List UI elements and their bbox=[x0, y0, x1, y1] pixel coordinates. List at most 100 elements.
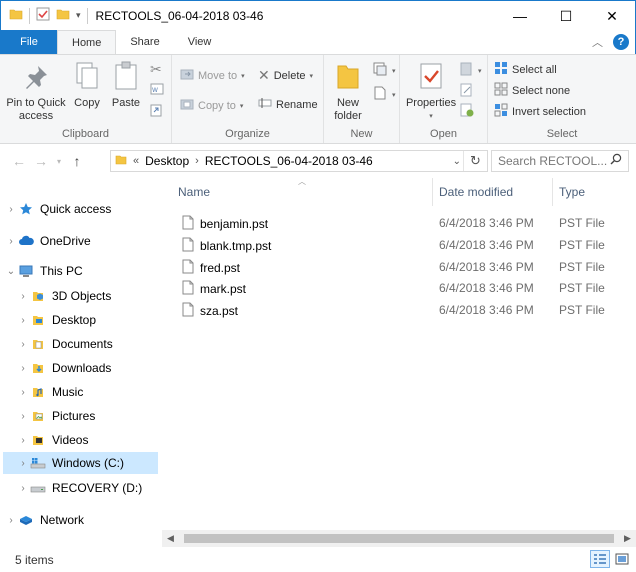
copy-to-button[interactable]: Copy to ▾ bbox=[180, 97, 243, 114]
tab-file[interactable]: File bbox=[1, 30, 57, 54]
new-item-icon bbox=[372, 61, 388, 80]
collapse-chevron-icon[interactable]: ⌄ bbox=[4, 266, 18, 277]
properties-check-icon[interactable] bbox=[36, 7, 50, 24]
expand-chevron-icon[interactable]: › bbox=[4, 515, 18, 526]
nav-item-this-pc[interactable]: ⌄ This PC bbox=[4, 260, 162, 282]
nav-item-desktop[interactable]: › Desktop bbox=[16, 309, 158, 331]
nav-item-videos[interactable]: › Videos bbox=[16, 429, 158, 451]
nav-label: OneDrive bbox=[40, 234, 91, 248]
refresh-icon[interactable]: ↻ bbox=[463, 151, 487, 171]
column-divider[interactable] bbox=[552, 178, 553, 206]
expand-chevron-icon[interactable]: › bbox=[16, 315, 30, 326]
up-arrow-icon[interactable]: ↑ bbox=[66, 153, 88, 169]
tab-share[interactable]: Share bbox=[116, 30, 173, 54]
nav-item-3d-objects[interactable]: › 3D Objects bbox=[16, 285, 158, 307]
expand-chevron-icon[interactable]: › bbox=[16, 435, 30, 446]
scroll-right-icon[interactable]: ▶ bbox=[619, 533, 636, 544]
new-folder-qat-icon[interactable] bbox=[56, 7, 70, 24]
paste-icon bbox=[112, 61, 140, 95]
select-group: Select all Select none Invert selection … bbox=[488, 55, 636, 143]
tab-home[interactable]: Home bbox=[57, 30, 117, 55]
rename-button[interactable]: Rename bbox=[258, 97, 318, 112]
expand-chevron-icon[interactable]: › bbox=[16, 411, 30, 422]
breadcrumb-current-folder[interactable]: RECTOOLS_06-04-2018 03-46 bbox=[205, 154, 373, 168]
column-header-type[interactable]: Type bbox=[559, 178, 585, 206]
open-button[interactable]: ▾ bbox=[460, 61, 482, 80]
file-date: 6/4/2018 3:46 PM bbox=[439, 303, 534, 317]
move-to-button[interactable]: Move to ▾ bbox=[180, 67, 245, 84]
history-icon bbox=[460, 103, 474, 120]
status-bar: 5 items bbox=[0, 548, 636, 572]
column-divider[interactable] bbox=[432, 178, 433, 206]
nav-item-recovery-d[interactable]: › RECOVERY (D:) bbox=[16, 477, 158, 499]
history-button[interactable] bbox=[460, 103, 474, 120]
file-row[interactable]: fred.pst 6/4/2018 3:46 PM PST File bbox=[162, 256, 636, 277]
expand-chevron-icon[interactable]: › bbox=[4, 236, 18, 247]
scroll-left-icon[interactable]: ◀ bbox=[162, 533, 179, 544]
recent-locations-icon[interactable]: ▾ bbox=[52, 157, 66, 166]
close-button[interactable]: ✕ bbox=[589, 1, 635, 31]
large-icons-view-icon[interactable] bbox=[612, 550, 632, 568]
collapse-ribbon-icon[interactable]: ︿ bbox=[592, 34, 603, 50]
expand-chevron-icon[interactable]: › bbox=[16, 458, 30, 469]
breadcrumb-overflow[interactable]: « bbox=[133, 155, 139, 167]
pin-to-quick-access-button[interactable]: Pin to Quick access bbox=[6, 63, 66, 123]
downloads-icon bbox=[30, 360, 46, 376]
column-header-name[interactable]: Name bbox=[178, 178, 210, 206]
nav-item-onedrive[interactable]: › OneDrive bbox=[4, 230, 162, 252]
customize-qat-icon[interactable]: ▾ bbox=[76, 10, 81, 21]
expand-chevron-icon[interactable]: › bbox=[16, 291, 30, 302]
expand-chevron-icon[interactable]: › bbox=[16, 339, 30, 350]
copy-button[interactable]: Copy bbox=[70, 61, 104, 110]
copy-path-button[interactable]: W bbox=[150, 83, 164, 98]
edit-button[interactable] bbox=[460, 83, 474, 100]
forward-arrow-icon[interactable]: → bbox=[30, 153, 52, 169]
file-row[interactable]: mark.pst 6/4/2018 3:46 PM PST File bbox=[162, 277, 636, 298]
select-none-button[interactable]: Select none bbox=[494, 82, 570, 99]
expand-chevron-icon[interactable]: › bbox=[4, 204, 18, 215]
expand-chevron-icon[interactable]: › bbox=[16, 387, 30, 398]
paste-shortcut-button[interactable] bbox=[150, 103, 162, 120]
horizontal-scrollbar[interactable]: ◀ ▶ bbox=[162, 530, 636, 547]
address-dropdown-icon[interactable]: ⌄ bbox=[453, 156, 461, 167]
scrollbar-thumb[interactable] bbox=[184, 534, 614, 543]
new-folder-button[interactable]: New folder bbox=[328, 61, 368, 123]
nav-item-pictures[interactable]: › Pictures bbox=[16, 405, 158, 427]
copy-to-caret-icon: ▾ bbox=[239, 102, 244, 110]
help-icon[interactable]: ? bbox=[613, 34, 629, 50]
breadcrumb-desktop[interactable]: Desktop bbox=[145, 154, 189, 168]
select-all-button[interactable]: Select all bbox=[494, 61, 557, 78]
address-bar[interactable]: « Desktop › RECTOOLS_06-04-2018 03-46 ⌄ … bbox=[110, 150, 488, 172]
file-row[interactable]: benjamin.pst 6/4/2018 3:46 PM PST File bbox=[162, 212, 636, 233]
nav-item-documents[interactable]: › Documents bbox=[16, 333, 158, 355]
new-item-button[interactable]: ▾ bbox=[372, 61, 396, 80]
open-caret-icon: ▾ bbox=[478, 67, 482, 75]
column-header-date[interactable]: Date modified bbox=[439, 178, 513, 206]
details-view-icon[interactable] bbox=[590, 550, 610, 568]
minimize-button[interactable]: — bbox=[497, 1, 543, 31]
file-row[interactable]: sza.pst 6/4/2018 3:46 PM PST File bbox=[162, 299, 636, 320]
delete-button[interactable]: ✕ Delete ▾ bbox=[258, 67, 313, 84]
search-input[interactable]: Search RECTOOL... bbox=[498, 154, 607, 168]
nav-item-network[interactable]: › Network bbox=[4, 509, 162, 531]
nav-item-downloads[interactable]: › Downloads bbox=[16, 357, 158, 379]
easy-access-button[interactable]: ▾ bbox=[372, 85, 396, 104]
expand-chevron-icon[interactable]: › bbox=[16, 363, 30, 374]
cut-button[interactable]: ✂ bbox=[150, 61, 162, 78]
back-arrow-icon[interactable]: ← bbox=[8, 153, 30, 169]
maximize-button[interactable]: ☐ bbox=[543, 1, 589, 31]
invert-selection-button[interactable]: Invert selection bbox=[494, 103, 586, 120]
search-icon[interactable] bbox=[610, 153, 622, 168]
expand-chevron-icon[interactable]: › bbox=[16, 483, 30, 494]
breadcrumb-chevron-icon[interactable]: › bbox=[195, 155, 199, 167]
nav-item-music[interactable]: › Music bbox=[16, 381, 158, 403]
file-row[interactable]: blank.tmp.pst 6/4/2018 3:46 PM PST File bbox=[162, 234, 636, 255]
move-to-label: Move to bbox=[198, 69, 238, 82]
nav-item-windows-c[interactable]: › Windows (C:) bbox=[3, 452, 158, 474]
open-icon bbox=[460, 61, 474, 80]
tab-view[interactable]: View bbox=[174, 30, 226, 54]
search-box[interactable]: Search RECTOOL... bbox=[491, 150, 629, 172]
paste-button[interactable]: Paste bbox=[108, 61, 144, 110]
nav-item-quick-access[interactable]: › Quick access bbox=[4, 198, 162, 220]
properties-button[interactable]: Properties ▾ bbox=[406, 61, 456, 123]
